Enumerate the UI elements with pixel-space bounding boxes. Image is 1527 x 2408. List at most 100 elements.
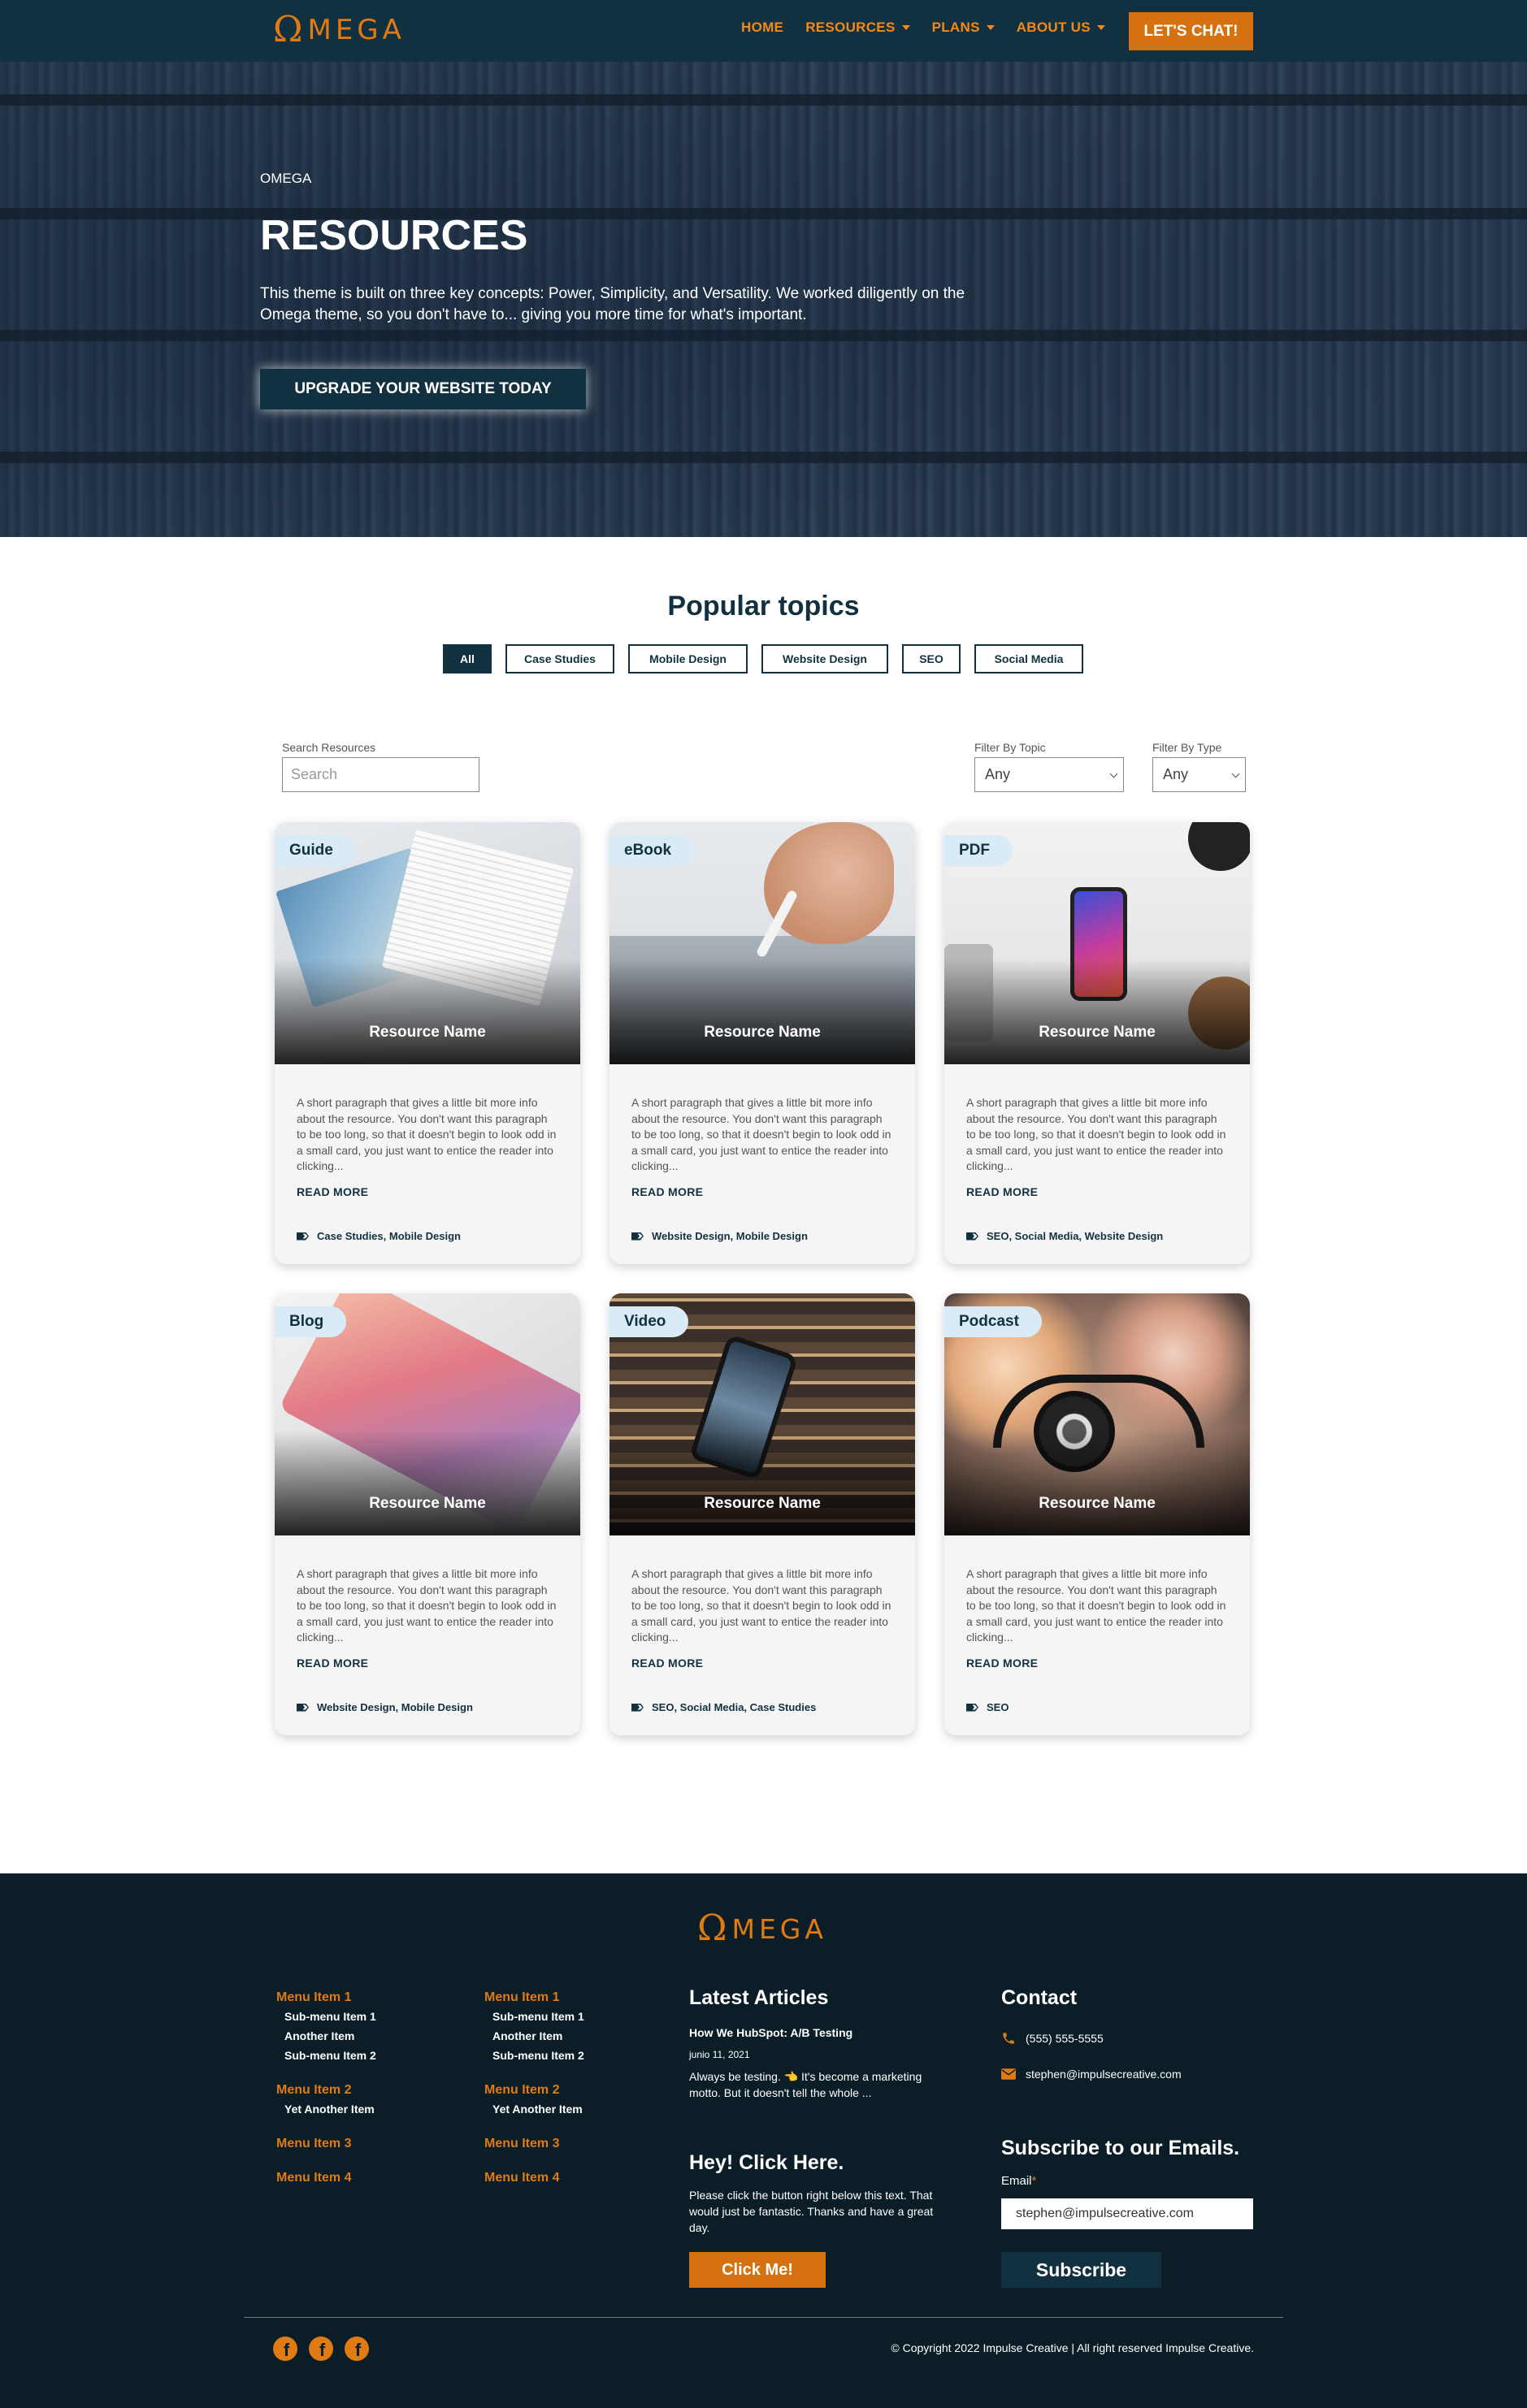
resource-card[interactable]: PDF Resource Name A short paragraph that…: [944, 822, 1250, 1264]
search-input[interactable]: Search: [282, 757, 479, 792]
nav-item-label: PLANS: [931, 19, 980, 35]
top-navigation: Ω MEGA HOME RESOURCES PLANS ABOUT US LET…: [0, 0, 1527, 62]
footer-menu-item[interactable]: Menu Item 4: [276, 2171, 376, 2185]
image-gradient: [275, 1430, 580, 1535]
footer-submenu-item[interactable]: Sub-menu Item 1: [484, 2010, 584, 2023]
nav-item-about-us[interactable]: ABOUT US: [1017, 19, 1105, 36]
facebook-glyph: f: [283, 2340, 290, 2360]
resource-card[interactable]: eBook Resource Name A short paragraph th…: [609, 822, 915, 1264]
resource-tags-text: Website Design, Mobile Design: [652, 1230, 808, 1242]
click-here-text: Please click the button right below this…: [689, 2189, 934, 2234]
topic-tag-mobile-design[interactable]: Mobile Design: [628, 644, 748, 673]
footer-menu-item[interactable]: Menu Item 2: [484, 2083, 584, 2098]
resource-type-badge: Podcast: [944, 1306, 1042, 1337]
footer-menu-2: Menu Item 1 Sub-menu Item 1 Another Item…: [484, 1990, 584, 2185]
main-menu: HOME RESOURCES PLANS ABOUT US: [741, 19, 1127, 36]
site-logo[interactable]: Ω MEGA: [273, 11, 406, 49]
resource-card[interactable]: Video Resource Name A short paragraph th…: [609, 1293, 915, 1735]
read-more-link[interactable]: READ MORE: [966, 1185, 1038, 1198]
footer-submenu-item[interactable]: Another Item: [276, 2029, 376, 2042]
image-gradient: [275, 959, 580, 1064]
contact-email[interactable]: stephen@impulsecreative.com: [1001, 2068, 1182, 2081]
resource-name: Resource Name: [369, 1495, 486, 1512]
resource-tags: SEO, Social Media, Case Studies: [631, 1701, 816, 1713]
nav-item-plans[interactable]: PLANS: [932, 19, 995, 36]
resource-type-badge: Guide: [275, 835, 356, 866]
footer-submenu-item[interactable]: Sub-menu Item 2: [484, 2049, 584, 2062]
facebook-icon[interactable]: f: [345, 2337, 369, 2361]
footer-submenu-item[interactable]: Sub-menu Item 2: [276, 2049, 376, 2062]
search-label: Search Resources: [282, 741, 376, 754]
footer-submenu-item[interactable]: Sub-menu Item 1: [276, 2010, 376, 2023]
read-more-link[interactable]: READ MORE: [631, 1657, 703, 1670]
chevron-down-icon: [1109, 769, 1118, 778]
article-date: junio 11, 2021: [689, 2049, 750, 2060]
read-more-link[interactable]: READ MORE: [631, 1185, 703, 1198]
tags-icon: [966, 1232, 979, 1241]
footer-menu-1: Menu Item 1 Sub-menu Item 1 Another Item…: [276, 1990, 376, 2185]
click-me-button[interactable]: Click Me!: [689, 2252, 826, 2288]
footer-menu-item[interactable]: Menu Item 2: [276, 2083, 376, 2098]
subscribe-email-input[interactable]: stephen@impulsecreative.com: [1001, 2198, 1253, 2229]
footer-menu-item[interactable]: Menu Item 3: [276, 2137, 376, 2151]
tags-icon: [631, 1232, 644, 1241]
upgrade-website-button[interactable]: UPGRADE YOUR WEBSITE TODAY: [260, 369, 586, 409]
facebook-glyph: f: [354, 2340, 362, 2360]
resource-description: A short paragraph that gives a little bi…: [297, 1567, 557, 1644]
contact-phone[interactable]: (555) 555-5555: [1001, 2031, 1104, 2046]
lets-chat-button[interactable]: LET'S CHAT!: [1129, 12, 1253, 50]
resource-name: Resource Name: [704, 1495, 821, 1512]
subscribe-button[interactable]: Subscribe: [1001, 2252, 1161, 2288]
nav-item-label: RESOURCES: [805, 19, 896, 35]
email-field-label: Email*: [1001, 2174, 1036, 2188]
popular-topics-title: Popular topics: [667, 591, 860, 621]
resource-tags-text: SEO, Social Media, Case Studies: [652, 1701, 817, 1713]
site-footer: [0, 1873, 1527, 2408]
facebook-icon[interactable]: f: [273, 2337, 297, 2361]
resource-name: Resource Name: [369, 1024, 486, 1041]
read-more-link[interactable]: READ MORE: [297, 1657, 368, 1670]
resource-tags: Website Design, Mobile Design: [631, 1230, 808, 1242]
footer-submenu-item[interactable]: Another Item: [484, 2029, 584, 2042]
footer-logo[interactable]: Ω MEGA: [697, 1911, 827, 1947]
footer-menu-item[interactable]: Menu Item 4: [484, 2171, 584, 2185]
resource-card[interactable]: Blog Resource Name A short paragraph tha…: [275, 1293, 580, 1735]
footer-submenu-item[interactable]: Yet Another Item: [484, 2103, 584, 2116]
topic-filter-select[interactable]: Any: [974, 757, 1124, 792]
resource-name: Resource Name: [704, 1024, 821, 1041]
image-gradient: [944, 959, 1250, 1064]
resource-card[interactable]: Podcast Resource Name A short paragraph …: [944, 1293, 1250, 1735]
topic-filter-value: Any: [985, 766, 1011, 782]
read-more-link[interactable]: READ MORE: [966, 1657, 1038, 1670]
omega-logo-icon: Ω: [697, 1908, 727, 1949]
footer-menu-item[interactable]: Menu Item 1: [484, 1990, 584, 2005]
resource-tags: Case Studies, Mobile Design: [297, 1230, 461, 1242]
footer-submenu-item[interactable]: Yet Another Item: [276, 2103, 376, 2116]
image-gradient: [609, 959, 915, 1064]
type-filter-select[interactable]: Any: [1152, 757, 1246, 792]
email-label-text: Email: [1001, 2174, 1032, 2188]
footer-menu-item[interactable]: Menu Item 3: [484, 2137, 584, 2151]
hero-title: RESOURCES: [260, 212, 528, 259]
tags-icon: [966, 1703, 979, 1713]
phone-icon: [1003, 2033, 1014, 2044]
click-here-heading: Hey! Click Here.: [689, 2151, 844, 2174]
hero-description: This theme is built on three key concept…: [260, 285, 965, 323]
read-more-link[interactable]: READ MORE: [297, 1185, 368, 1198]
facebook-icon[interactable]: f: [309, 2337, 333, 2361]
nav-item-home[interactable]: HOME: [741, 19, 783, 36]
resource-name: Resource Name: [1039, 1495, 1156, 1512]
nav-item-label: HOME: [741, 19, 784, 35]
topic-tag-social-media[interactable]: Social Media: [974, 644, 1083, 673]
resource-card[interactable]: Guide Resource Name A short paragraph th…: [275, 822, 580, 1264]
resource-description: A short paragraph that gives a little bi…: [631, 1096, 891, 1172]
topic-tag-seo[interactable]: SEO: [902, 644, 961, 673]
topic-tag-case-studies[interactable]: Case Studies: [505, 644, 614, 673]
article-title-link[interactable]: How We HubSpot: A/B Testing: [689, 2026, 852, 2039]
resource-type-badge: Video: [609, 1306, 689, 1337]
topic-tag-website-design[interactable]: Website Design: [761, 644, 888, 673]
latest-articles-heading: Latest Articles: [689, 1986, 829, 2009]
topic-tag-all[interactable]: All: [443, 644, 492, 673]
footer-menu-item[interactable]: Menu Item 1: [276, 1990, 376, 2005]
nav-item-resources[interactable]: RESOURCES: [805, 19, 910, 36]
